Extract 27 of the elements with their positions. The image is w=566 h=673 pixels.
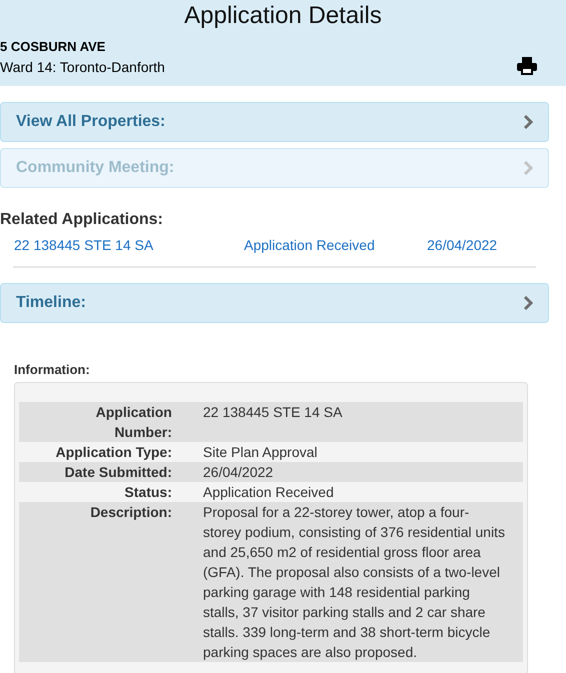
date-link[interactable]: 26/04/2022 — [427, 237, 552, 254]
field-value: Site Plan Approval — [203, 443, 318, 462]
field-label: Application Type: — [54, 443, 172, 462]
field-label: Date Submitted: — [64, 463, 172, 482]
field-label: Application Number: — [94, 403, 172, 442]
address: 5 COSBURN AVE — [0, 39, 106, 55]
chevron-right-icon — [523, 161, 533, 175]
field-value: 22 138445 STE 14 SA — [203, 403, 344, 422]
section-heading: Related Applications: — [0, 211, 164, 229]
chevron-right-icon — [523, 296, 533, 310]
collapsible-panel[interactable]: View All Properties: — [0, 102, 549, 142]
panel-title: Timeline: — [16, 294, 86, 312]
page-title: Application Details — [183, 1, 383, 30]
status-link[interactable]: Application Received — [244, 237, 427, 254]
section-heading: Information: — [14, 362, 91, 378]
field-label: Description: — [89, 503, 172, 522]
field-label: Status: — [124, 483, 172, 502]
chevron-right-icon — [523, 115, 533, 129]
ward-label: Ward 14: Toronto-Danforth — [0, 59, 165, 76]
collapsible-panel[interactable]: Timeline: — [0, 283, 549, 323]
field-value: Application Received — [203, 483, 335, 502]
panel-title: Community Meeting: — [16, 159, 174, 177]
field-value: Proposal for a 22-storey tower, atop a four-storey podium, consisting of 376 residential units and 25,650 m2 of residential gross floor area (GFA). The proposal also consists of a two-level parking garage with 148 residential parking stalls, 37 visitor parking stalls and 2 car share stalls. 339 long-term and 38 short-term bicycle parking spaces are also proposed. — [203, 503, 505, 662]
field-value: 26/04/2022 — [203, 463, 274, 482]
print-icon[interactable] — [517, 57, 537, 75]
application-link[interactable]: 22 138445 STE 14 SA — [14, 237, 244, 254]
panel-title: View All Properties: — [16, 113, 166, 131]
